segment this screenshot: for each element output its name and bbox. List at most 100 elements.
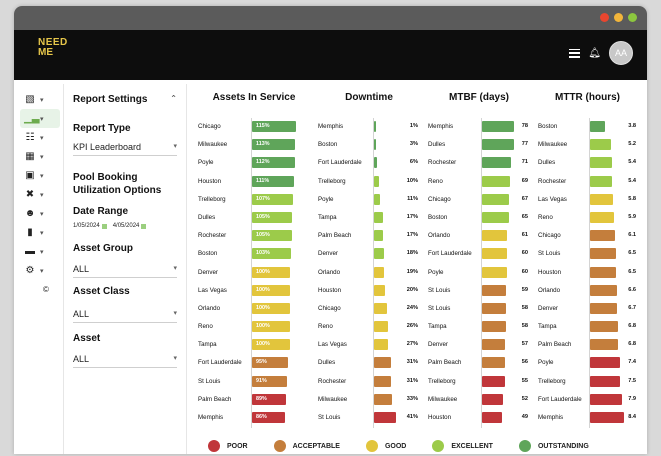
table-row[interactable]: Trelleborg 7.5 xyxy=(534,373,641,391)
table-row[interactable]: Milwaukee 5.2 xyxy=(534,136,641,154)
table-row[interactable]: Orlando 6.6 xyxy=(534,282,641,300)
table-row[interactable]: Denver 18% xyxy=(314,245,424,263)
table-row[interactable]: Orlando 61 xyxy=(424,227,534,245)
close-window-dot[interactable] xyxy=(600,13,609,22)
table-row[interactable]: Fort Lauderdale 6% xyxy=(314,154,424,172)
table-row[interactable]: Dulles 77 xyxy=(424,136,534,154)
asset-group-select[interactable]: ALL ▾ xyxy=(73,254,177,278)
sidebar-item-map[interactable]: ▧ ▾ xyxy=(20,90,60,109)
table-row[interactable]: St Louis 41% xyxy=(314,409,424,427)
table-row[interactable]: Denver 57 xyxy=(424,336,534,354)
sidebar-item-grid[interactable]: ▦ ▾ xyxy=(20,147,60,166)
asset-select[interactable]: ALL ▾ xyxy=(73,344,177,368)
table-row[interactable]: Milwaukee 33% xyxy=(314,391,424,409)
value-label: 41% xyxy=(406,414,418,420)
table-row[interactable]: Orlando 19% xyxy=(314,264,424,282)
table-row[interactable]: Poyle 11% xyxy=(314,191,424,209)
table-row[interactable]: Rochester 31% xyxy=(314,373,424,391)
minimize-window-dot[interactable] xyxy=(614,13,623,22)
table-row[interactable]: Palm Beach 6.8 xyxy=(534,336,641,354)
table-row[interactable]: Dulles 31% xyxy=(314,354,424,372)
table-row[interactable]: Boston 3.8 xyxy=(534,118,641,136)
table-row[interactable]: Houston 20% xyxy=(314,282,424,300)
table-row[interactable]: Dulles 105% xyxy=(194,209,314,227)
settings-header[interactable]: Report Settings ⌃ xyxy=(73,94,177,105)
table-row[interactable]: Las Vegas 27% xyxy=(314,336,424,354)
bell-icon[interactable]: 🔔︎ xyxy=(588,48,601,59)
table-row[interactable]: Memphis 86% xyxy=(194,409,314,427)
table-row[interactable]: Chicago 115% xyxy=(194,118,314,136)
menu-icon[interactable] xyxy=(569,48,581,58)
table-row[interactable]: Dulles 5.4 xyxy=(534,154,641,172)
sidebar-item-settings[interactable]: ⚙ ▾ xyxy=(20,261,60,280)
avatar[interactable]: AA xyxy=(609,41,633,65)
table-row[interactable]: Reno 69 xyxy=(424,173,534,191)
table-row[interactable]: Chicago 24% xyxy=(314,300,424,318)
table-row[interactable]: Milwaukee 52 xyxy=(424,391,534,409)
table-row[interactable]: Memphis 78 xyxy=(424,118,534,136)
table-row[interactable]: Tampa 6.8 xyxy=(534,318,641,336)
table-row[interactable]: Boston 3% xyxy=(314,136,424,154)
value-bar xyxy=(590,284,617,296)
report-type-select[interactable]: KPI Leaderboard ▾ xyxy=(73,134,177,156)
table-row[interactable]: Chicago 6.1 xyxy=(534,227,641,245)
sidebar-item-users[interactable]: ☻ ▾ xyxy=(20,204,60,223)
table-row[interactable]: St Louis 91% xyxy=(194,373,314,391)
table-row[interactable]: Poyle 60 xyxy=(424,264,534,282)
table-row[interactable]: Tampa 100% xyxy=(194,336,314,354)
sidebar-item-hierarchy[interactable]: ☷ ▾ xyxy=(20,128,60,147)
table-row[interactable]: Fort Lauderdale 95% xyxy=(194,354,314,372)
date-to-input[interactable]: 4/05/2024 xyxy=(113,223,147,229)
table-row[interactable]: Rochester 71 xyxy=(424,154,534,172)
table-row[interactable]: St Louis 6.5 xyxy=(534,245,641,263)
table-row[interactable]: Las Vegas 5.8 xyxy=(534,191,641,209)
table-row[interactable]: Tampa 17% xyxy=(314,209,424,227)
table-row[interactable]: Reno 5.9 xyxy=(534,209,641,227)
table-row[interactable]: Milwaukee 113% xyxy=(194,136,314,154)
table-row[interactable]: Boston 103% xyxy=(194,245,314,263)
table-row[interactable]: Fort Lauderdale 7.9 xyxy=(534,391,641,409)
table-row[interactable]: Chicago 67 xyxy=(424,191,534,209)
table-row[interactable]: Orlando 100% xyxy=(194,300,314,318)
table-row[interactable]: Memphis 8.4 xyxy=(534,409,641,427)
table-row[interactable]: Fort Lauderdale 60 xyxy=(424,245,534,263)
value-bar xyxy=(590,321,618,333)
value-label: 58 xyxy=(521,304,528,311)
sidebar-item-clipboard[interactable]: ▮ ▾ xyxy=(20,223,60,242)
table-row[interactable]: Palm Beach 89% xyxy=(194,391,314,409)
table-row[interactable]: Denver 100% xyxy=(194,264,314,282)
table-row[interactable]: Las Vegas 100% xyxy=(194,282,314,300)
maximize-window-dot[interactable] xyxy=(628,13,637,22)
table-row[interactable]: Rochester 5.4 xyxy=(534,173,641,191)
table-row[interactable]: St Louis 59 xyxy=(424,282,534,300)
table-row[interactable]: Tampa 58 xyxy=(424,318,534,336)
table-row[interactable]: Reno 26% xyxy=(314,318,424,336)
table-row[interactable]: Memphis 1% xyxy=(314,118,424,136)
sidebar-item-vehicles[interactable]: ▣ ▾ xyxy=(20,166,60,185)
table-row[interactable]: Palm Beach 56 xyxy=(424,354,534,372)
table-row[interactable]: Trelleborg 107% xyxy=(194,191,314,209)
needme-logo[interactable]: NEED ME xyxy=(38,38,78,72)
table-row[interactable]: Houston 49 xyxy=(424,409,534,427)
table-row[interactable]: St Louis 58 xyxy=(424,300,534,318)
value-bar xyxy=(374,157,378,169)
table-row[interactable]: Palm Beach 17% xyxy=(314,227,424,245)
row-city-label: Palm Beach xyxy=(428,359,462,367)
asset-class-select[interactable]: ALL ▾ xyxy=(73,297,177,323)
table-row[interactable]: Rochester 105% xyxy=(194,227,314,245)
table-row[interactable]: Houston 6.5 xyxy=(534,264,641,282)
date-from-input[interactable]: 1/05/2024 xyxy=(73,223,107,229)
table-row[interactable]: Houston 111% xyxy=(194,173,314,191)
sidebar-item-tools[interactable]: ✖ ▾ xyxy=(20,185,60,204)
table-row[interactable]: Poyle 112% xyxy=(194,154,314,172)
sidebar-item-reports[interactable]: ▁▃ ▾ xyxy=(20,109,60,128)
table-row[interactable]: Denver 6.7 xyxy=(534,300,641,318)
table-row[interactable]: Trelleborg 55 xyxy=(424,373,534,391)
table-row[interactable]: Trelleborg 10% xyxy=(314,173,424,191)
chevron-up-icon[interactable]: ⌃ xyxy=(170,94,177,105)
sidebar-item-folder[interactable]: ▬ ▾ xyxy=(20,242,60,261)
table-row[interactable]: Reno 100% xyxy=(194,318,314,336)
table-row[interactable]: Poyle 7.4 xyxy=(534,354,641,372)
table-row[interactable]: Boston 65 xyxy=(424,209,534,227)
value-label: 1% xyxy=(409,123,418,129)
